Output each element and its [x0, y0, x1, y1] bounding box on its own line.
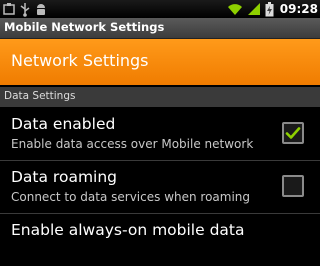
box-icon	[3, 3, 15, 15]
window-title-bar: Mobile Network Settings	[0, 18, 320, 39]
pref-title: Enable always-on mobile data	[11, 221, 245, 239]
data-enabled-checkbox[interactable]	[282, 122, 304, 144]
android-debug-icon	[37, 4, 45, 15]
pref-title: Data roaming	[11, 168, 118, 186]
battery-charging-icon	[265, 1, 274, 16]
section-header-data-settings: Data Settings	[0, 87, 320, 107]
pref-always-on-mobile-data[interactable]: Enable always-on mobile data	[0, 214, 320, 266]
usb-icon	[20, 3, 30, 17]
signal-icon	[247, 3, 260, 15]
window-title: Mobile Network Settings	[4, 20, 165, 34]
data-roaming-checkbox[interactable]	[282, 175, 304, 197]
header-title: Network Settings	[11, 51, 149, 70]
pref-summary: Enable data access over Mobile network	[11, 137, 254, 151]
pref-summary: Connect to data services when roaming	[11, 190, 251, 204]
checkmark-icon	[285, 127, 301, 139]
pref-data-enabled[interactable]: Data enabled Enable data access over Mob…	[0, 108, 320, 160]
clock: 09:28	[279, 2, 318, 16]
network-settings-header[interactable]: Network Settings	[0, 39, 320, 85]
pref-title: Data enabled	[11, 115, 116, 133]
section-label: Data Settings	[4, 90, 76, 102]
pref-data-roaming[interactable]: Data roaming Connect to data services wh…	[0, 161, 320, 213]
status-bar: 09:28	[0, 0, 320, 18]
wifi-icon	[227, 4, 242, 15]
